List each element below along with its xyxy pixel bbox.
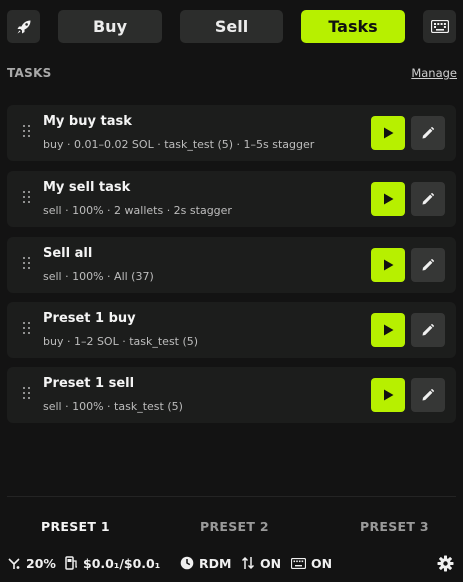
top-bar: Buy Sell Tasks xyxy=(7,10,457,43)
play-icon xyxy=(383,324,393,336)
transfer-value: ON xyxy=(260,555,282,571)
task-card[interactable]: Preset 1 buy buy · 1–2 SOL · task_test (… xyxy=(7,302,456,358)
play-icon xyxy=(383,193,393,205)
rocket-icon xyxy=(17,20,30,33)
pencil-icon xyxy=(422,389,434,401)
keyboard-icon xyxy=(430,20,449,33)
status-bar: 20% $0.0₁/$0.0₁ RDM ON ON xyxy=(0,552,463,574)
tab-tasks[interactable]: Tasks xyxy=(301,10,405,43)
transfer-status[interactable]: ON xyxy=(241,552,281,574)
edit-task-button[interactable] xyxy=(411,313,445,347)
pencil-icon xyxy=(422,324,434,336)
edit-task-button[interactable] xyxy=(411,116,445,150)
keyboard-value: ON xyxy=(311,555,333,571)
task-name: Preset 1 buy xyxy=(43,311,136,326)
task-description: buy · 0.01–0.02 SOL · task_test (5) · 1–… xyxy=(43,138,315,151)
mode-value: RDM xyxy=(199,555,232,571)
task-description: sell · 100% · All (37) xyxy=(43,270,154,283)
keyboard-button[interactable] xyxy=(423,10,456,43)
task-description: sell · 100% · task_test (5) xyxy=(43,400,183,413)
tab-buy[interactable]: Buy xyxy=(58,10,162,43)
task-description: sell · 100% · 2 wallets · 2s stagger xyxy=(43,204,232,217)
tab-preset-3[interactable]: PRESET 3 xyxy=(360,519,429,534)
manage-link[interactable]: Manage xyxy=(411,66,457,80)
play-icon xyxy=(383,127,393,139)
tab-preset-1[interactable]: PRESET 1 xyxy=(41,519,110,534)
pencil-icon xyxy=(422,193,434,205)
task-name: My buy task xyxy=(43,114,132,129)
task-name: My sell task xyxy=(43,180,131,195)
pencil-icon xyxy=(422,259,434,271)
keyboard-icon xyxy=(291,557,306,569)
tasks-header: TASKS Manage xyxy=(7,66,457,84)
edit-task-button[interactable] xyxy=(411,182,445,216)
drag-handle-icon[interactable] xyxy=(23,191,31,205)
pencil-icon xyxy=(422,127,434,139)
drag-handle-icon[interactable] xyxy=(23,387,31,401)
drag-handle-icon[interactable] xyxy=(23,125,31,139)
task-card[interactable]: My sell task sell · 100% · 2 wallets · 2… xyxy=(7,171,456,227)
task-card[interactable]: Sell all sell · 100% · All (37) xyxy=(7,237,456,293)
divider xyxy=(7,496,456,497)
play-icon xyxy=(383,389,393,401)
slippage-value: 20% xyxy=(26,555,56,571)
edit-task-button[interactable] xyxy=(411,248,445,282)
settings-button[interactable] xyxy=(437,552,459,574)
drag-handle-icon[interactable] xyxy=(23,322,31,336)
task-card[interactable]: My buy task buy · 0.01–0.02 SOL · task_t… xyxy=(7,105,456,161)
slippage-icon xyxy=(8,557,20,569)
drag-handle-icon[interactable] xyxy=(23,257,31,271)
gear-icon xyxy=(437,555,454,571)
fee-value: $0.0₁/$0.0₁ xyxy=(83,555,161,571)
mode-status[interactable]: RDM xyxy=(180,552,231,574)
run-task-button[interactable] xyxy=(371,248,405,282)
run-task-button[interactable] xyxy=(371,182,405,216)
run-task-button[interactable] xyxy=(371,313,405,347)
tab-preset-2[interactable]: PRESET 2 xyxy=(200,519,269,534)
run-task-button[interactable] xyxy=(371,378,405,412)
task-card[interactable]: Preset 1 sell sell · 100% · task_test (5… xyxy=(7,367,456,423)
fee-status[interactable]: $0.0₁/$0.0₁ xyxy=(65,552,160,574)
keyboard-status[interactable]: ON xyxy=(291,552,332,574)
clock-icon xyxy=(180,556,194,570)
play-icon xyxy=(383,259,393,271)
up-down-arrows-icon xyxy=(241,556,255,570)
task-name: Sell all xyxy=(43,246,93,261)
tasks-title: TASKS xyxy=(7,66,52,80)
rocket-button[interactable] xyxy=(7,10,40,43)
tab-sell[interactable]: Sell xyxy=(180,10,283,43)
task-name: Preset 1 sell xyxy=(43,376,135,391)
edit-task-button[interactable] xyxy=(411,378,445,412)
run-task-button[interactable] xyxy=(371,116,405,150)
task-description: buy · 1–2 SOL · task_test (5) xyxy=(43,335,199,348)
slippage-status[interactable]: 20% xyxy=(8,552,56,574)
fuel-icon xyxy=(65,556,77,570)
